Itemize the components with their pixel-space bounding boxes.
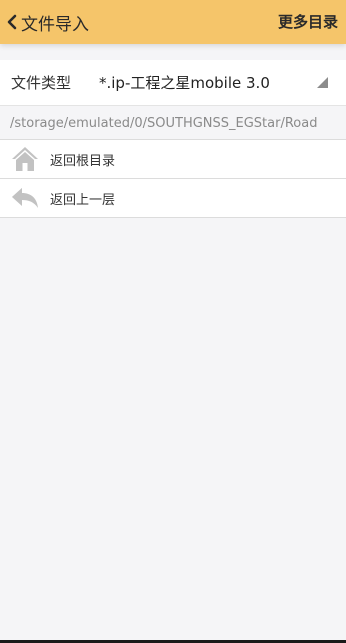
more-directories-button[interactable]: 更多目录 — [278, 0, 338, 44]
file-type-select[interactable]: *.ip-工程之星mobile 3.0 — [99, 72, 346, 93]
back-button[interactable]: 文件导入 — [0, 0, 89, 44]
header-bar: 文件导入 更多目录 — [0, 0, 346, 44]
back-to-root-label: 返回根目录 — [50, 153, 116, 169]
back-one-level-item[interactable]: 返回上一层 — [0, 179, 346, 218]
back-one-level-label: 返回上一层 — [50, 192, 116, 208]
reply-arrow-icon — [0, 187, 50, 209]
directory-nav-list: 返回根目录 返回上一层 — [0, 140, 346, 218]
chevron-left-icon — [6, 14, 18, 30]
file-type-row[interactable]: 文件类型 *.ip-工程之星mobile 3.0 — [0, 60, 346, 106]
file-import-screen: 文件导入 更多目录 文件类型 *.ip-工程之星mobile 3.0 /stor… — [0, 0, 346, 643]
file-type-label: 文件类型 — [11, 74, 72, 92]
current-path: /storage/emulated/0/SOUTHGNSS_EGStar/Roa… — [0, 107, 346, 140]
home-icon — [0, 146, 50, 172]
back-to-root-item[interactable]: 返回根目录 — [0, 140, 346, 179]
page-title: 文件导入 — [21, 14, 89, 35]
dropdown-corner-icon[interactable] — [317, 73, 328, 92]
